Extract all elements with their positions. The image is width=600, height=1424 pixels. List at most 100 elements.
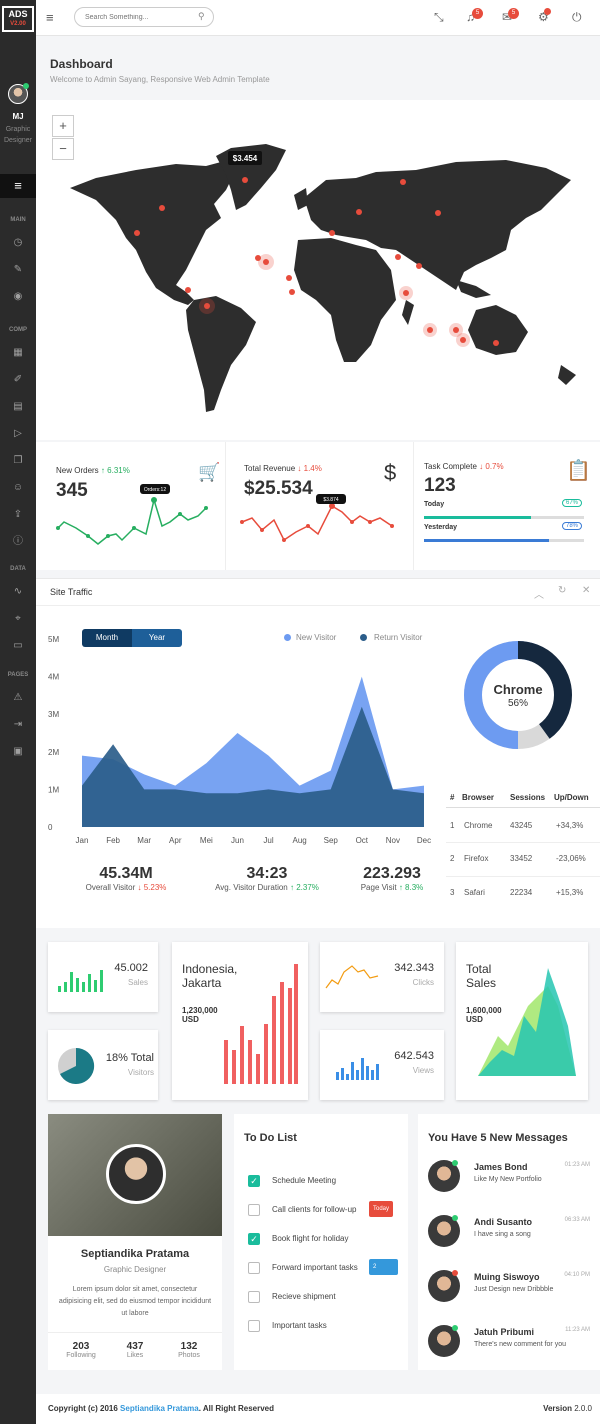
orders-sparkline: Orders:12: [56, 484, 208, 545]
todo-item[interactable]: Important tasks: [248, 1319, 398, 1335]
grid-icon[interactable]: ▦: [0, 346, 36, 360]
topbar: ≡ ⚲ ⤡ ♫ 5 ✉ 5 ⚙ ⏻: [36, 0, 600, 36]
yesterday-progress-fill: [424, 539, 549, 542]
page-subtitle: Welcome to Admin Sayang, Responsive Web …: [50, 75, 270, 84]
hamburger-icon[interactable]: ≡: [46, 10, 54, 25]
message-item[interactable]: Andi Susanto 06:33 AM I have sing a song: [428, 1213, 594, 1253]
y-tick-label: 3M: [48, 710, 59, 719]
checkbox-checked[interactable]: ✓: [248, 1233, 260, 1245]
stat-label-text: Task Complete: [424, 462, 477, 471]
brush-icon[interactable]: ✎: [0, 263, 36, 277]
checkbox[interactable]: [248, 1204, 260, 1216]
profile-card: Septiandika Pratama Graphic Designer Lor…: [48, 1114, 222, 1370]
x-tick-label: Mar: [137, 836, 151, 845]
warning-icon[interactable]: ⚠: [0, 691, 36, 705]
logo-text: ADS: [8, 9, 28, 19]
refresh-icon[interactable]: ↻: [558, 585, 566, 596]
messages-card: You Have 5 New Messages James Bond 01:23 …: [418, 1114, 600, 1370]
city-bars: [224, 964, 298, 1084]
total-sales-widget: Total Sales 1,600,000 USD: [456, 942, 588, 1100]
checkbox-checked[interactable]: ✓: [248, 1175, 260, 1187]
clicks-widget: 342.343 Clicks: [320, 942, 444, 1012]
todo-item[interactable]: ✓ Book flight for holiday: [248, 1232, 398, 1248]
todo-item[interactable]: Forward important tasks 2 weeks: [248, 1259, 398, 1286]
summary-label: Page Visit ↑ 8.3%: [344, 883, 440, 892]
table-row[interactable]: 1 Chrome 43245 +34,3%: [446, 811, 600, 843]
collapse-icon[interactable]: ︿: [534, 586, 544, 601]
close-icon[interactable]: ✕: [582, 585, 590, 596]
todo-card: To Do List ✓ Schedule Meeting Call client…: [234, 1114, 408, 1370]
footer-version-label: Version: [543, 1404, 572, 1413]
footer-copyright: Copyright (c) 2016 Septiandika Pratama. …: [48, 1404, 274, 1413]
x-tick-label: Apr: [169, 836, 182, 845]
message-item[interactable]: Muing Siswoyo 04:10 PM Just Design new Dri…: [428, 1268, 594, 1308]
dashboard-icon[interactable]: ◷: [0, 236, 36, 250]
edit-icon[interactable]: ✐: [0, 373, 36, 387]
panel-title: Site Traffic: [50, 587, 93, 597]
visitors-pie: [58, 1047, 95, 1084]
footer-author-link[interactable]: Septiandika Pratama: [120, 1404, 199, 1413]
messages-title: You Have 5 New Messages: [428, 1132, 568, 1144]
table-cell: +15,3%: [556, 888, 584, 897]
checkbox[interactable]: [248, 1320, 260, 1332]
user-initials: MJ: [12, 112, 24, 121]
footer-version-value: 2.0.0: [574, 1404, 592, 1413]
message-preview: I have sing a song: [474, 1231, 531, 1238]
message-preview: Like My New Portfolio: [474, 1176, 542, 1183]
todo-item-text: Recieve shipment: [272, 1292, 336, 1301]
checkbox[interactable]: [248, 1262, 260, 1274]
profile-avatar[interactable]: [106, 1144, 166, 1204]
message-item[interactable]: Jatuh Pribumi 11:23 AM There's new comment…: [428, 1323, 594, 1363]
donut-pct: 56%: [507, 698, 528, 709]
screen-icon[interactable]: ▣: [0, 745, 36, 759]
sales-bars: [58, 970, 103, 992]
avatar[interactable]: [8, 83, 29, 104]
message-time: 04:10 PM: [564, 1272, 590, 1278]
todo-item[interactable]: ✓ Schedule Meeting: [248, 1174, 398, 1190]
palette-icon[interactable]: ◉: [0, 290, 36, 304]
upload-icon[interactable]: ⇪: [0, 508, 36, 522]
search-input[interactable]: [74, 7, 214, 27]
power-icon[interactable]: ⏻: [572, 10, 582, 25]
today-label: Today: [424, 501, 445, 508]
table-row[interactable]: 3 Safari 22234 +15,3%: [446, 878, 600, 911]
user-role-line1: Graphic: [5, 126, 31, 133]
stat-change: ↓ 1.4%: [297, 464, 322, 473]
search-icon[interactable]: ⚲: [198, 11, 205, 22]
world-map[interactable]: + − $3.454: [36, 100, 600, 440]
fullscreen-icon[interactable]: ⤡: [434, 10, 444, 25]
map-pin-icon[interactable]: ⌖: [0, 612, 36, 626]
nav-section-comp: COMP: [9, 327, 27, 333]
views-bars: [336, 1058, 379, 1080]
menu-toggle-icon[interactable]: ≡: [0, 174, 36, 198]
stat-change: ↓ 0.7%: [479, 462, 504, 471]
todo-item-text: Call clients for follow-up: [272, 1205, 357, 1214]
profile-bio: Lorem ipsum dolor sit amet, consectetur …: [58, 1286, 212, 1317]
table-row[interactable]: 2 Firefox 33452 -23,06%: [446, 844, 600, 877]
sidebar: ADS V2.00 MJ Graphic Designer ≡ MAIN ◷ ✎ ◉…: [0, 0, 36, 1424]
x-tick-label: Oct: [356, 836, 369, 845]
copy-icon[interactable]: ❐: [0, 454, 36, 468]
logo[interactable]: ADS V2.00: [2, 6, 34, 32]
info-icon[interactable]: ⓘ: [0, 535, 36, 549]
message-badge: 5: [508, 8, 519, 19]
y-tick-label: 4M: [48, 673, 59, 682]
checkbox[interactable]: [248, 1291, 260, 1303]
login-icon[interactable]: ⇥: [0, 718, 36, 732]
smile-icon[interactable]: ☺: [0, 481, 36, 495]
todo-item[interactable]: Call clients for follow-up Today: [248, 1201, 398, 1219]
nav-section-main: MAIN: [10, 217, 26, 223]
stat-change: ↑ 6.31%: [100, 466, 130, 475]
message-item[interactable]: James Bond 01:23 AM Like My New Portfolio: [428, 1158, 594, 1198]
todo-item[interactable]: Recieve shipment: [248, 1290, 398, 1306]
traffic-area-chart[interactable]: 0 1M 2M 3M 4M 5M Jan Feb Mar Apr Mei Jun Jul Aug Sep Oc…: [44, 629, 444, 849]
line-chart-icon[interactable]: ∿: [0, 585, 36, 599]
today-pct: 67%: [562, 499, 583, 507]
table-icon[interactable]: ▤: [0, 400, 36, 414]
profile-name: Septiandika Pratama: [80, 1248, 190, 1260]
monitor-icon[interactable]: ▭: [0, 639, 36, 653]
todo-tag: 2 weeks: [369, 1259, 398, 1286]
play-icon[interactable]: ▷: [0, 427, 36, 441]
x-tick-label: Aug: [293, 836, 307, 845]
divider: [446, 807, 600, 808]
